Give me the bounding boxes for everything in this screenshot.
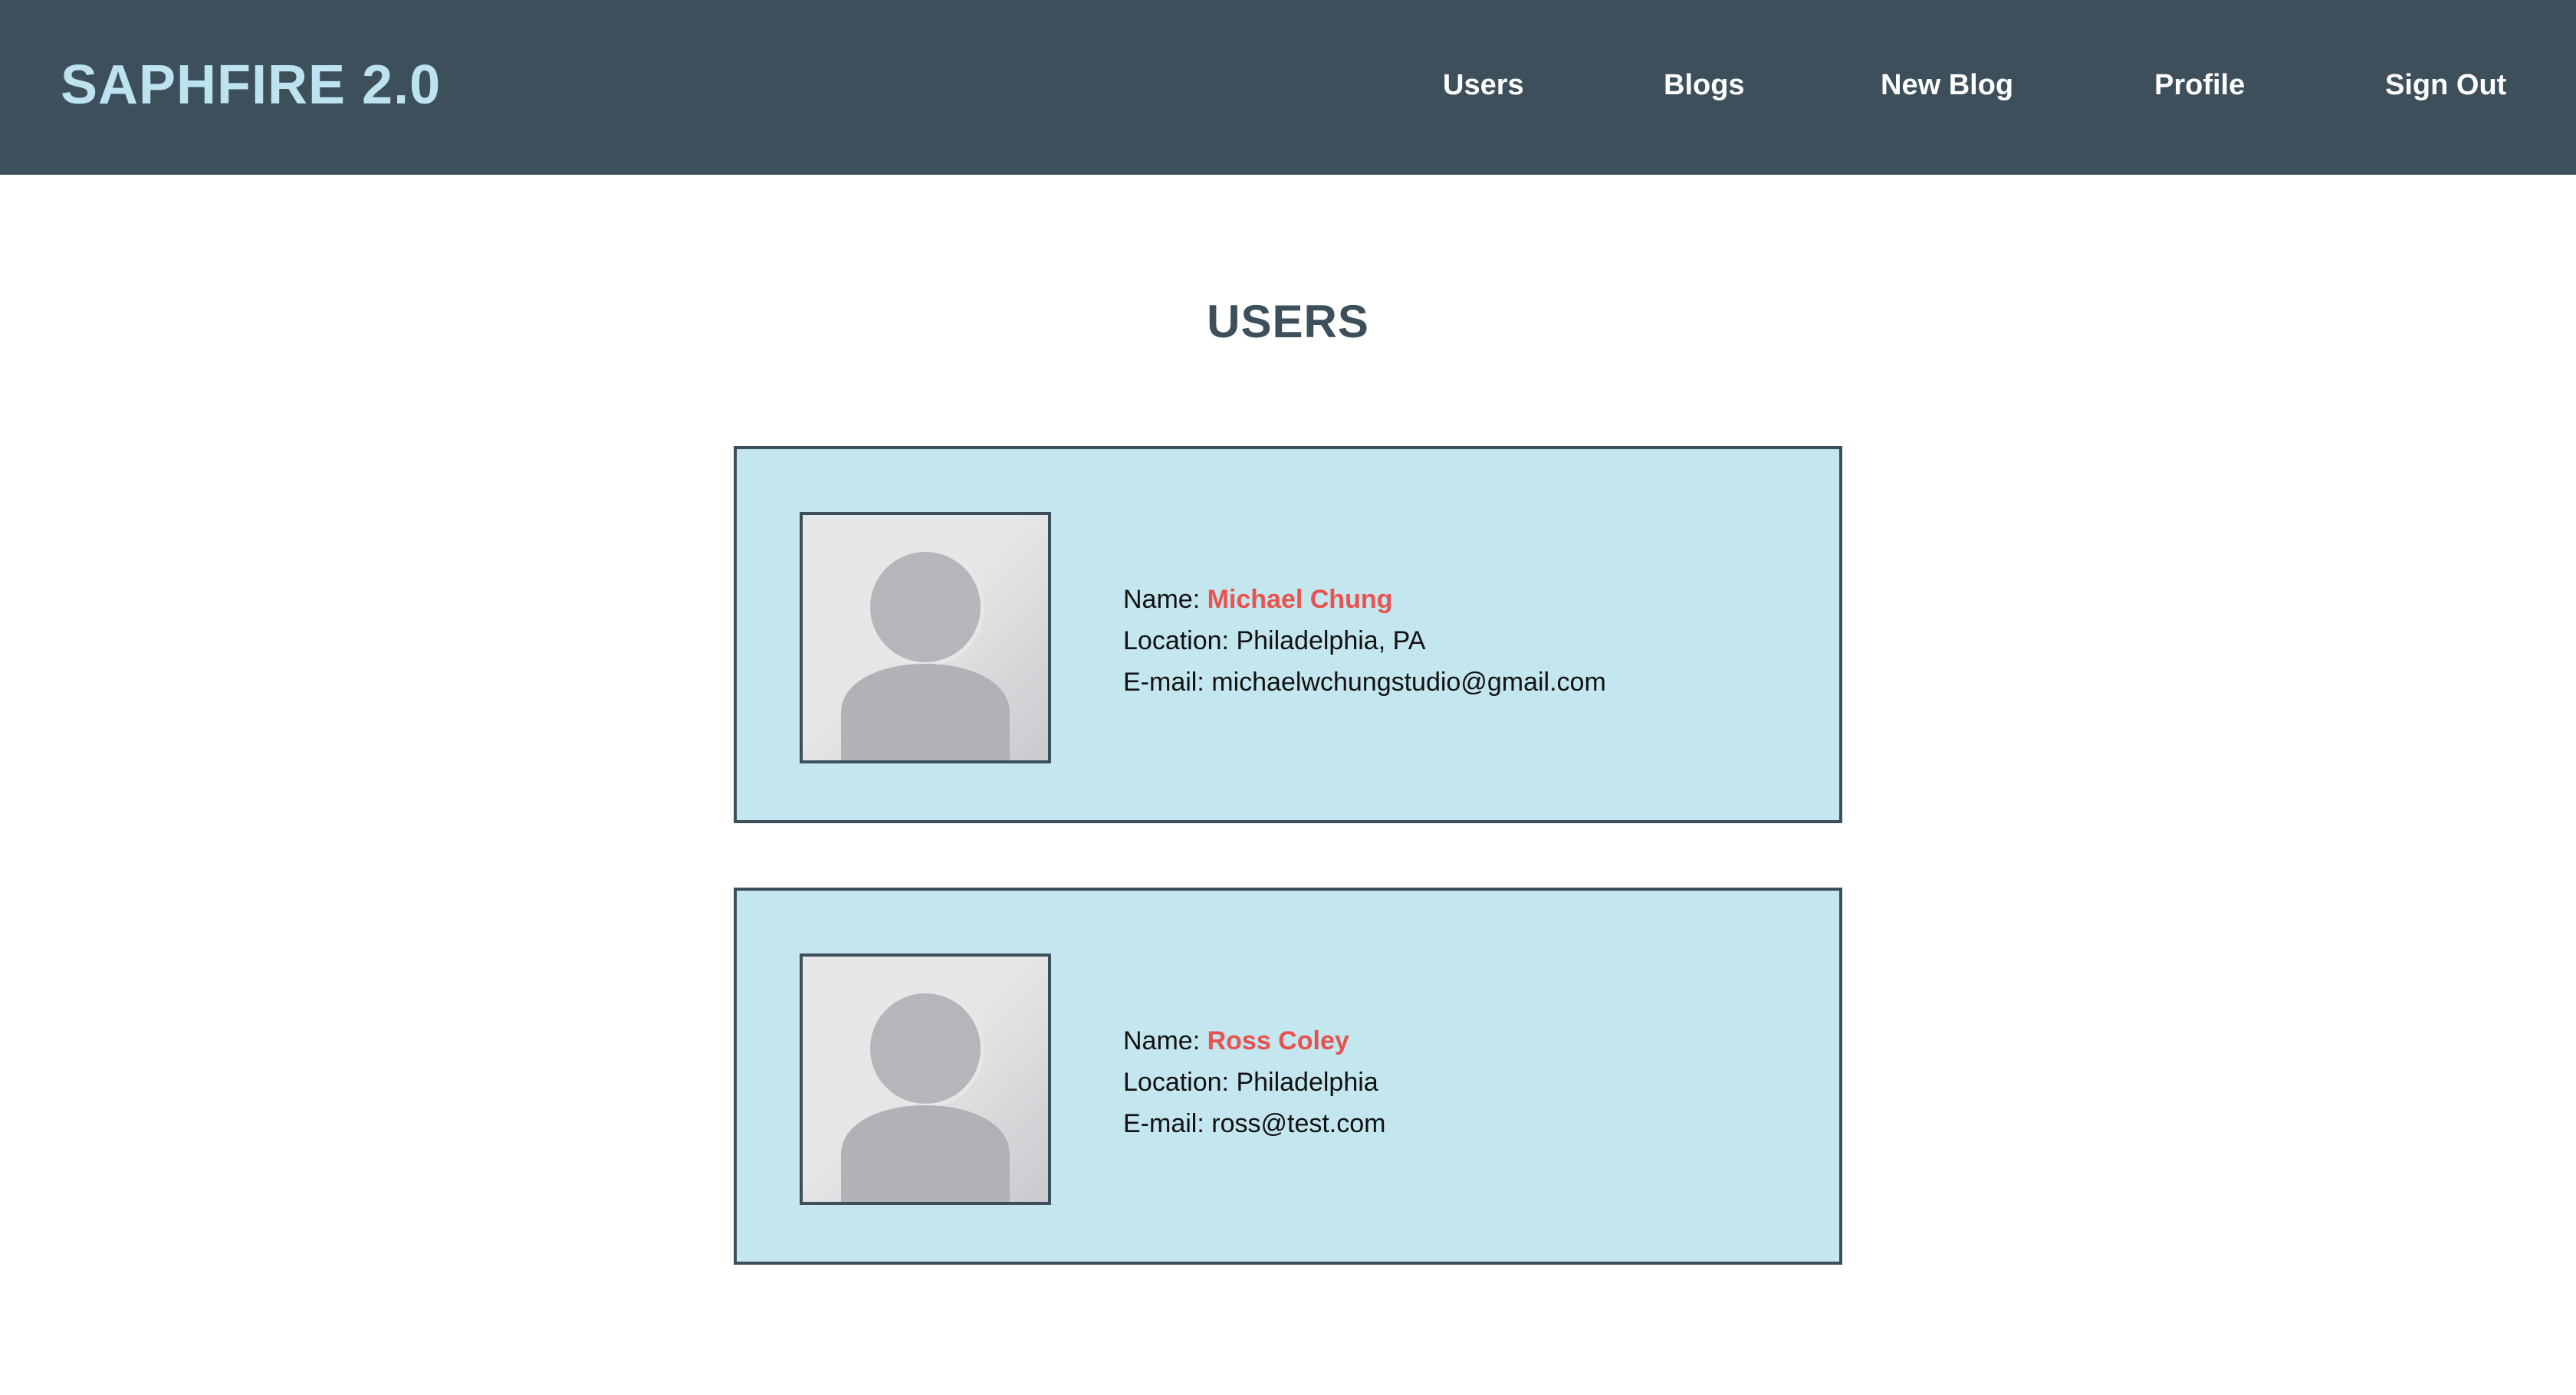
user-location-row: Location: Philadelphia: [1123, 1062, 1385, 1103]
nav-users-link[interactable]: Users: [1443, 69, 1524, 102]
user-info: Name: Ross Coley Location: Philadelphia …: [1123, 1020, 1385, 1144]
page-title: USERS: [1207, 296, 1369, 347]
user-location: Philadelphia: [1236, 1068, 1378, 1097]
nav-new-blog-link[interactable]: New Blog: [1881, 69, 2013, 102]
user-name-row: Name: Ross Coley: [1123, 1020, 1385, 1062]
location-label: Location:: [1123, 626, 1229, 655]
user-location-row: Location: Philadelphia, PA: [1123, 620, 1606, 661]
user-card: Name: Ross Coley Location: Philadelphia …: [734, 888, 1842, 1265]
default-user-icon: [800, 954, 1051, 1205]
default-user-icon: [800, 512, 1051, 763]
user-email-row: E-mail: ross@test.com: [1123, 1103, 1385, 1144]
email-label: E-mail:: [1123, 668, 1204, 697]
user-name-link[interactable]: Michael Chung: [1208, 585, 1393, 614]
nav-blogs-link[interactable]: Blogs: [1664, 69, 1745, 102]
name-label: Name:: [1123, 1026, 1201, 1055]
user-name-row: Name: Michael Chung: [1123, 579, 1606, 620]
top-navbar: SAPHFIRE 2.0 Users Blogs New Blog Profil…: [0, 0, 2576, 175]
user-card: Name: Michael Chung Location: Philadelph…: [734, 446, 1842, 823]
user-email: michaelwchungstudio@gmail.com: [1211, 668, 1606, 697]
name-label: Name:: [1123, 585, 1201, 614]
nav-sign-out-link[interactable]: Sign Out: [2385, 69, 2506, 102]
location-label: Location:: [1123, 1068, 1229, 1097]
user-location: Philadelphia, PA: [1236, 626, 1426, 655]
brand-logo[interactable]: SAPHFIRE 2.0: [61, 54, 441, 117]
email-label: E-mail:: [1123, 1109, 1204, 1138]
user-email: ross@test.com: [1211, 1109, 1386, 1138]
nav-profile-link[interactable]: Profile: [2154, 69, 2245, 102]
user-email-row: E-mail: michaelwchungstudio@gmail.com: [1123, 661, 1606, 703]
user-info: Name: Michael Chung Location: Philadelph…: [1123, 579, 1606, 703]
user-name-link[interactable]: Ross Coley: [1208, 1026, 1349, 1055]
